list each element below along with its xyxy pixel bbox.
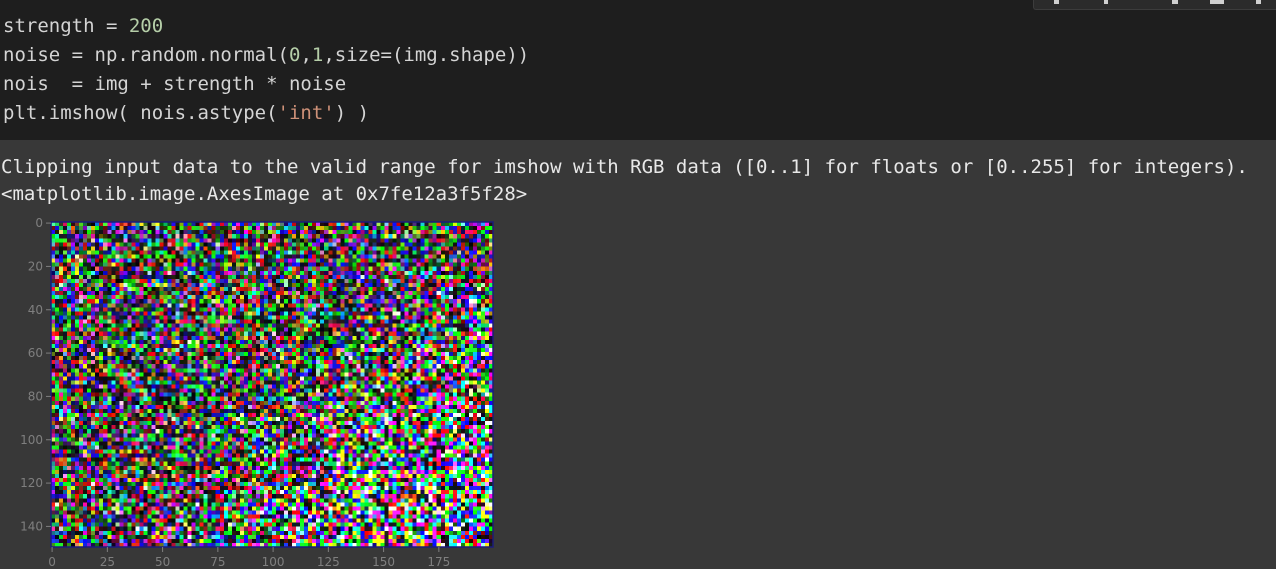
y-tick-label: 20 bbox=[28, 259, 43, 273]
x-tick-label: 50 bbox=[155, 555, 170, 569]
y-tick-label: 60 bbox=[28, 346, 43, 360]
y-tick-label: 0 bbox=[35, 216, 43, 230]
cell-toolbar bbox=[1033, 0, 1276, 10]
code-token: 'int' bbox=[277, 102, 335, 124]
image-plot-svg: 0 20 40 60 80 100 120 140 0 25 50 75 100 125 150 175 bbox=[20, 216, 494, 569]
code-token: 0 bbox=[288, 44, 301, 66]
code-token: 200 bbox=[128, 15, 164, 37]
output-repr-text: <matplotlib.image.AxesImage at 0x7fe12a3… bbox=[1, 183, 528, 205]
x-tick-label: 175 bbox=[427, 555, 450, 569]
code-token: noise = np.random.normal( bbox=[3, 44, 289, 66]
code-token: ) ) bbox=[334, 102, 370, 124]
x-tick-label: 75 bbox=[210, 555, 225, 569]
x-tick-label: 125 bbox=[317, 555, 340, 569]
code-cell[interactable]: strength = 200 noise = np.random.normal(0… bbox=[0, 0, 1276, 140]
toolbar-icon-1[interactable] bbox=[1054, 0, 1059, 4]
y-tick-label: 100 bbox=[20, 433, 43, 447]
toolbar-icon-4[interactable] bbox=[1210, 0, 1224, 4]
code-line[interactable]: strength = 200 bbox=[3, 12, 163, 40]
code-line[interactable]: noise = np.random.normal(0,1,size=(img.s… bbox=[3, 41, 529, 69]
code-token: 1 bbox=[311, 44, 324, 66]
code-token: ,size=(img.shape)) bbox=[323, 44, 530, 66]
y-tick-label: 40 bbox=[28, 303, 43, 317]
image-plot: 0 20 40 60 80 100 120 140 0 25 50 75 100 125 150 175 bbox=[0, 210, 520, 569]
y-tick-label: 80 bbox=[28, 389, 43, 403]
y-tick-label: 140 bbox=[20, 519, 43, 533]
x-tick-label: 150 bbox=[372, 555, 395, 569]
code-token: strength = bbox=[3, 15, 129, 37]
y-tick-label: 120 bbox=[20, 476, 43, 490]
x-tick-label: 100 bbox=[262, 555, 285, 569]
toolbar-icon-5[interactable] bbox=[1256, 0, 1261, 4]
code-line[interactable]: plt.imshow( nois.astype('int') ) bbox=[3, 99, 369, 127]
x-tick-label: 0 bbox=[48, 555, 56, 569]
code-token: nois = img + strength * noise bbox=[3, 73, 347, 95]
toolbar-icon-3[interactable] bbox=[1172, 0, 1178, 4]
x-tick-label: 25 bbox=[100, 555, 115, 569]
code-token: , bbox=[300, 44, 312, 66]
code-line[interactable]: nois = img + strength * noise bbox=[3, 70, 346, 98]
output-warning-text: Clipping input data to the valid range f… bbox=[1, 156, 1248, 178]
code-token: plt.imshow( nois.astype( bbox=[3, 102, 278, 124]
toolbar-icon-2[interactable] bbox=[1104, 0, 1108, 4]
noise-image bbox=[51, 222, 493, 547]
